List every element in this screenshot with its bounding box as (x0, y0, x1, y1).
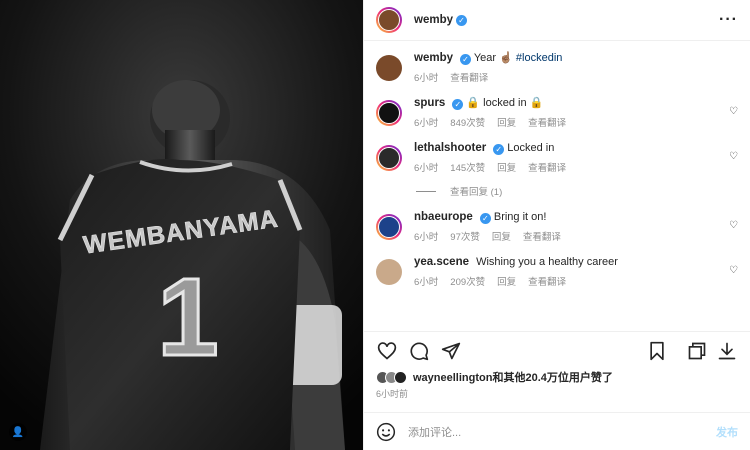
post-side-panel: wemby ✓ ··· wemby ✓ Year ☝🏽 #lockedin 6小时… (363, 0, 750, 450)
like-comment-heart-icon[interactable]: ♡ (729, 265, 738, 276)
verified-badge-icon: ✓ (452, 99, 464, 110)
view-replies-button[interactable]: 查看回复 (1) (416, 184, 738, 198)
comment-item: spurs ✓ 🔒 locked in 🔒 6小时 849次赞 回复 查看翻译 ♡ (376, 96, 738, 129)
comment-text: Wishing you a healthy career (476, 256, 618, 268)
commenter-avatar[interactable] (376, 100, 402, 126)
comment-time: 6小时 (414, 163, 439, 174)
likes-summary[interactable]: wayneellington和其他20.4万位用户赞了 (364, 369, 750, 385)
like-comment-heart-icon[interactable]: ♡ (729, 151, 738, 162)
verified-badge-icon: ✓ (479, 213, 491, 224)
see-translation-link[interactable]: 查看翻译 (450, 73, 488, 84)
see-translation-link[interactable]: 查看翻译 (528, 118, 566, 129)
commenter-avatar[interactable] (376, 259, 402, 285)
caption-text: Year ☝🏽 (473, 52, 516, 64)
post-header: wemby ✓ ··· (364, 0, 750, 41)
copy-icon[interactable] (686, 340, 708, 362)
post-image: WEMBANYAMA 1 (0, 0, 363, 450)
add-comment-input[interactable]: 添加评论... (408, 424, 716, 440)
like-heart-icon[interactable] (376, 340, 398, 362)
like-comment-heart-icon[interactable]: ♡ (729, 106, 738, 117)
caption: wemby ✓ Year ☝🏽 #lockedin 6小时 查看翻译 (376, 51, 738, 84)
post-photo[interactable]: WEMBANYAMA 1 👤 (0, 0, 363, 450)
comment-username[interactable]: spurs (414, 97, 445, 109)
author-avatar[interactable] (376, 7, 402, 33)
verified-badge-icon: ✓ (460, 54, 471, 65)
replies-divider (416, 190, 436, 192)
like-comment-heart-icon[interactable]: ♡ (729, 220, 738, 231)
see-translation-link[interactable]: 查看翻译 (528, 163, 566, 174)
jersey-number: 1 (157, 256, 218, 379)
comment-text: Locked in (507, 142, 555, 154)
comment-likes[interactable]: 145次赞 (450, 163, 485, 174)
comment-time: 6小时 (414, 277, 439, 288)
comment-likes[interactable]: 849次赞 (450, 118, 485, 129)
reply-button[interactable]: 回复 (492, 232, 511, 243)
comment-item: lethalshooter ✓ Locked in 6小时 145次赞 回复 查看翻译 … (376, 141, 738, 174)
author-username[interactable]: wemby (414, 14, 453, 26)
commenter-avatar[interactable] (376, 145, 402, 171)
download-icon[interactable] (716, 340, 738, 362)
see-translation-link[interactable]: 查看翻译 (528, 277, 566, 288)
comment-item: nbaeurope ✓ Bring it on! 6小时 97次赞 回复 查看翻译 ♡ (376, 210, 738, 243)
commenter-avatar[interactable] (376, 214, 402, 240)
comment-username[interactable]: lethalshooter (414, 142, 486, 154)
likes-text: wayneellington和其他20.4万位用户赞了 (413, 372, 613, 384)
caption-username[interactable]: wemby (414, 52, 453, 64)
share-paper-plane-icon[interactable] (440, 340, 462, 362)
caption-avatar[interactable] (376, 55, 402, 81)
verified-badge-icon: ✓ (493, 144, 505, 155)
post-timestamp: 6小时前 (376, 389, 409, 399)
more-options-icon[interactable]: ··· (719, 11, 738, 29)
comment-text: 🔒 locked in 🔒 (466, 97, 544, 109)
add-comment-bar: 添加评论... 发布 (364, 412, 750, 450)
comments-list: wemby ✓ Year ☝🏽 #lockedin 6小时 查看翻译 spurs ✓ … (364, 41, 750, 331)
reply-button[interactable]: 回复 (497, 277, 516, 288)
reply-button[interactable]: 回复 (497, 163, 516, 174)
comment-time: 6小时 (414, 118, 439, 129)
comment-time: 6小时 (414, 232, 439, 243)
reply-button[interactable]: 回复 (497, 118, 516, 129)
action-bar (364, 331, 750, 369)
verified-badge-icon: ✓ (456, 14, 467, 26)
see-translation-link[interactable]: 查看翻译 (523, 232, 561, 243)
tagged-user-icon[interactable]: 👤 (9, 423, 27, 441)
post-comment-button[interactable]: 发布 (716, 424, 738, 440)
comment-text: Bring it on! (493, 211, 547, 223)
save-bookmark-icon[interactable] (646, 340, 668, 362)
comment-likes[interactable]: 97次赞 (450, 232, 480, 243)
emoji-icon[interactable] (376, 422, 396, 442)
comment-username[interactable]: yea.scene (414, 256, 469, 268)
comment-bubble-icon[interactable] (408, 340, 430, 362)
caption-time: 6小时 (414, 73, 439, 84)
comment-username[interactable]: nbaeurope (414, 211, 473, 223)
hashtag-link[interactable]: #lockedin (516, 52, 562, 64)
comment-likes[interactable]: 209次赞 (450, 277, 485, 288)
view-replies-label: 查看回复 (1) (450, 187, 503, 198)
liker-avatar (394, 370, 407, 384)
comment-item: yea.scene Wishing you a healthy career 6… (376, 255, 738, 288)
